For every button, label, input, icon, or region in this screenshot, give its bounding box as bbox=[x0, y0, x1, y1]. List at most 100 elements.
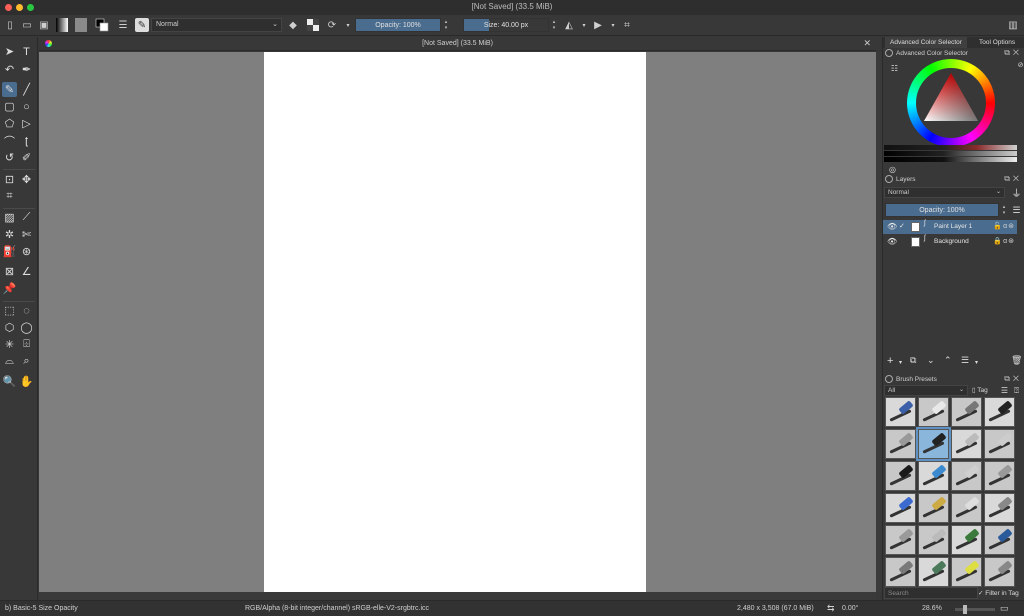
line-tool-icon[interactable]: ╱ bbox=[19, 82, 34, 97]
eye-icon[interactable]: 👁 bbox=[887, 222, 897, 231]
brush-preset-item[interactable] bbox=[984, 493, 1015, 523]
freehand-brush-tool-icon[interactable]: ✎ bbox=[2, 82, 17, 97]
opacity-slider[interactable]: Opacity: 100% bbox=[355, 18, 441, 32]
move-layer-up-icon[interactable]: ⌃ bbox=[944, 355, 952, 366]
saturation-bar[interactable] bbox=[884, 157, 1017, 162]
bezier-tool-icon[interactable]: ⌒ bbox=[2, 133, 17, 148]
brush-preset-item[interactable] bbox=[885, 429, 916, 459]
brush-preset-item[interactable] bbox=[885, 525, 916, 555]
close-icon[interactable]: ✕ bbox=[863, 38, 871, 49]
chevron-down-icon[interactable]: ▾ bbox=[899, 359, 902, 366]
preset-tag-filter-select[interactable]: All ⌄ bbox=[884, 385, 968, 396]
brush-preset-item[interactable] bbox=[916, 427, 951, 461]
rotation-value[interactable]: 0.00° bbox=[842, 605, 858, 612]
eraser-icon[interactable]: ◆ bbox=[286, 18, 300, 32]
layer-blend-mode-select[interactable]: Normal ⌄ bbox=[884, 187, 1005, 198]
chevron-down-icon[interactable]: ▾ bbox=[975, 359, 978, 366]
brush-preset-item[interactable] bbox=[951, 493, 982, 523]
mirror-horizontal-icon[interactable]: ◭ bbox=[562, 18, 576, 32]
layer-name[interactable]: Paint Layer 1 bbox=[934, 223, 972, 230]
zoom-slider-handle[interactable] bbox=[963, 605, 967, 614]
brush-preset-item[interactable] bbox=[951, 429, 982, 459]
filter-in-tag-checkbox[interactable]: ✓ Filter in Tag bbox=[978, 589, 1019, 597]
smart-patch-tool-icon[interactable]: ✄ bbox=[19, 227, 34, 242]
layer-opacity-spinner[interactable]: ▴ ▾ bbox=[1000, 204, 1008, 216]
move-tool-icon[interactable]: ✥ bbox=[19, 172, 34, 187]
document-tab[interactable]: [Not Saved] (33.5 MiB) ✕ bbox=[39, 37, 876, 51]
color-selector-settings-icon[interactable]: ☷ bbox=[887, 61, 902, 76]
polygonal-selection-tool-icon[interactable]: ⬡ bbox=[2, 320, 17, 335]
docker-menu-icon[interactable] bbox=[885, 375, 893, 383]
zoom-value[interactable]: 28.6% bbox=[922, 605, 942, 612]
new-document-icon[interactable]: ▯ bbox=[3, 18, 17, 32]
fit-screen-icon[interactable]: ▭ bbox=[1000, 603, 1009, 614]
freehand-path-tool-icon[interactable]: ʈ bbox=[19, 133, 34, 148]
brush-preset-item[interactable] bbox=[984, 397, 1015, 427]
layer-options-icon[interactable]: ☰ bbox=[1009, 203, 1024, 218]
brush-preset-item[interactable] bbox=[951, 397, 982, 427]
pan-tool-icon[interactable]: ✋ bbox=[19, 374, 34, 389]
measure-tool-icon[interactable]: ∠ bbox=[19, 264, 34, 279]
brush-preset-item[interactable] bbox=[918, 461, 949, 491]
color-picker-tool-icon[interactable]: ⟋ bbox=[19, 210, 34, 225]
rectangle-tool-icon[interactable]: ▢ bbox=[2, 99, 17, 114]
contiguous-selection-tool-icon[interactable]: ✳ bbox=[2, 337, 17, 352]
canvas-area[interactable] bbox=[39, 52, 876, 592]
saturation-triangle[interactable] bbox=[907, 59, 995, 147]
brush-preset-item[interactable] bbox=[918, 557, 949, 587]
color-selector-reset-icon[interactable]: ⊘ bbox=[1013, 57, 1024, 72]
brush-preset-item[interactable] bbox=[918, 525, 949, 555]
select-shapes-tool-icon[interactable]: ➤ bbox=[2, 44, 17, 59]
brush-preset-item[interactable] bbox=[918, 397, 949, 427]
horizontal-scrollbar[interactable] bbox=[39, 592, 876, 600]
brush-preset-item[interactable] bbox=[885, 493, 916, 523]
color-wheel[interactable] bbox=[907, 59, 995, 147]
layer-lock-alpha-icons[interactable]: 🔒α⊛ bbox=[993, 237, 1015, 245]
gradient-tool-icon[interactable]: ▨ bbox=[2, 210, 17, 225]
brush-preset-icon[interactable]: ✎ bbox=[135, 18, 149, 32]
dock-toggle-icon[interactable]: ▥ bbox=[1006, 18, 1020, 32]
edit-shapes-tool-icon[interactable]: ↶ bbox=[2, 62, 17, 77]
freehand-selection-tool-icon[interactable]: ◯ bbox=[19, 320, 34, 335]
preset-info-icon[interactable]: ⍰ bbox=[1009, 383, 1024, 398]
brush-preset-item[interactable] bbox=[885, 461, 916, 491]
save-document-icon[interactable]: ▣ bbox=[37, 18, 51, 32]
multibrush-tool-icon[interactable]: ✐ bbox=[19, 150, 34, 165]
dynamic-brush-tool-icon[interactable]: ↺ bbox=[2, 150, 17, 165]
colorize-mask-tool-icon[interactable]: ✲ bbox=[2, 227, 17, 242]
brush-preset-item[interactable] bbox=[885, 557, 916, 587]
rotate-icon[interactable]: ⇆ bbox=[827, 603, 835, 614]
assistant-tool-icon[interactable]: ⊠ bbox=[2, 264, 17, 279]
tab-advanced-color-selector[interactable]: Advanced Color Selector bbox=[885, 37, 967, 48]
zoom-slider[interactable] bbox=[955, 608, 995, 611]
chevron-down-icon[interactable]: ▾ bbox=[341, 18, 355, 32]
brush-preset-item[interactable] bbox=[984, 461, 1015, 491]
size-spinner[interactable]: ▴ ▾ bbox=[550, 19, 558, 31]
fg-bg-color-icon[interactable] bbox=[95, 18, 109, 32]
preset-search-input[interactable]: Search bbox=[884, 587, 978, 599]
brush-preset-item[interactable] bbox=[984, 557, 1015, 587]
brush-preset-item[interactable] bbox=[984, 525, 1015, 555]
text-tool-icon[interactable]: T bbox=[19, 44, 34, 59]
chevron-down-icon[interactable]: ▾ bbox=[577, 18, 591, 32]
canvas-paper[interactable] bbox=[264, 52, 646, 592]
duplicate-layer-icon[interactable]: ⧉ bbox=[910, 355, 916, 366]
chevron-down-icon[interactable]: ▾ bbox=[606, 18, 620, 32]
magnetic-selection-tool-icon[interactable]: ⌕ bbox=[19, 354, 34, 369]
brush-preset-item[interactable] bbox=[951, 461, 982, 491]
tag-button[interactable]: ▯ Tag bbox=[972, 386, 988, 394]
docker-menu-icon[interactable] bbox=[885, 49, 893, 57]
similar-color-selection-tool-icon[interactable]: ⌹ bbox=[19, 337, 34, 352]
brush-settings-icon[interactable]: ☰ bbox=[116, 18, 130, 32]
blend-mode-select[interactable]: Normal ⌄ bbox=[151, 18, 282, 32]
gradient-swatch[interactable] bbox=[56, 18, 68, 32]
zoom-tool-icon[interactable]: 🔍 bbox=[2, 374, 17, 389]
fill-tool-icon[interactable]: ⛽ bbox=[2, 244, 17, 259]
color-history-bars[interactable] bbox=[884, 145, 1017, 163]
layer-row-background[interactable]: 👁 ʃ Background 🔒α⊛ bbox=[883, 235, 1017, 249]
opacity-spinner[interactable]: ▴ ▾ bbox=[442, 19, 450, 31]
filter-icon[interactable]: ⏚ bbox=[1009, 185, 1024, 200]
brush-preset-item[interactable] bbox=[918, 493, 949, 523]
layer-name[interactable]: Background bbox=[934, 238, 969, 245]
pattern-swatch[interactable] bbox=[75, 18, 87, 32]
